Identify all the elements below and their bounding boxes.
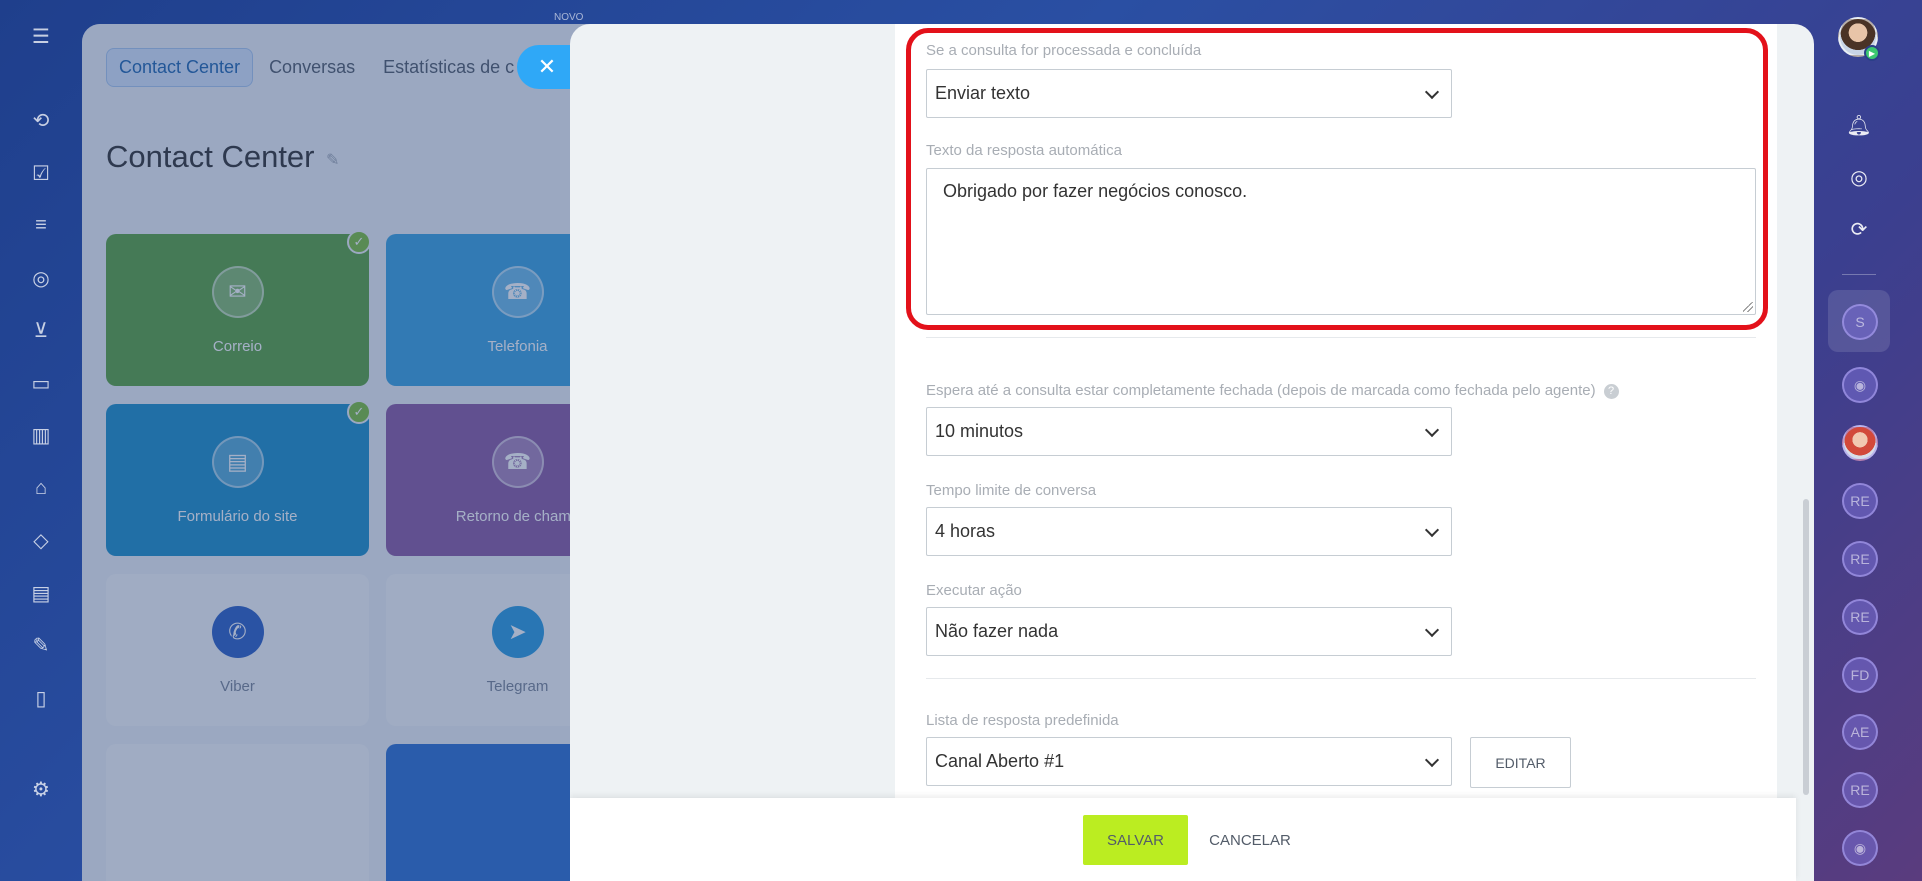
completed-action-value: Enviar texto xyxy=(935,83,1031,103)
action-value: Não fazer nada xyxy=(935,621,1059,641)
chat-avatar[interactable]: S xyxy=(1842,304,1878,340)
analytics-icon[interactable]: ▥ xyxy=(27,421,55,449)
robot-icon[interactable]: ⌂ xyxy=(27,474,55,502)
openline-icon[interactable]: ◉ xyxy=(1842,367,1878,403)
wait-value: 10 minutos xyxy=(935,421,1024,441)
scrollbar[interactable] xyxy=(1803,499,1809,795)
chat-avatar[interactable]: RE xyxy=(1842,599,1878,635)
completed-action-select[interactable]: Enviar texto xyxy=(926,69,1452,118)
bell-icon[interactable]: 🔔︎ xyxy=(1843,109,1875,141)
target-icon[interactable]: ◎ xyxy=(27,264,55,292)
chevron-down-icon xyxy=(1424,422,1440,437)
chat-avatar[interactable]: AE xyxy=(1842,714,1878,750)
predefined-label: Lista de resposta predefinida xyxy=(926,712,1119,729)
document-icon[interactable]: ▯ xyxy=(27,684,55,712)
online-status-icon: ▶ xyxy=(1864,45,1880,61)
chat-avatar[interactable]: FD xyxy=(1842,657,1878,693)
chat-avatar[interactable]: RE xyxy=(1842,541,1878,577)
wait-select[interactable]: 10 minutos xyxy=(926,407,1452,456)
help-icon[interactable]: ? xyxy=(1603,384,1619,399)
predefined-value: Canal Aberto #1 xyxy=(935,751,1065,771)
chevron-down-icon xyxy=(1424,622,1440,637)
timeout-select[interactable]: 4 horas xyxy=(926,507,1452,556)
action-label: Executar ação xyxy=(926,582,1022,599)
menu-icon[interactable]: ☰ xyxy=(27,22,55,50)
resize-handle-icon[interactable] xyxy=(1743,302,1753,312)
target-icon[interactable]: ◎ xyxy=(1843,161,1875,193)
predefined-select[interactable]: Canal Aberto #1 xyxy=(926,737,1452,786)
chat-avatar[interactable]: RE xyxy=(1842,772,1878,808)
save-button[interactable]: SALVAR xyxy=(1083,815,1188,865)
edit-icon[interactable]: ✎ xyxy=(27,631,55,659)
novo-badge: NOVO xyxy=(554,12,584,23)
autoreply-text: Obrigado por fazer negócios conosco. xyxy=(943,181,1248,201)
sync-icon[interactable]: ⟳ xyxy=(1843,213,1875,245)
chevron-down-icon xyxy=(1424,522,1440,537)
settings-form: Se a consulta for processada e concluída… xyxy=(895,24,1777,824)
box-icon[interactable]: ◇ xyxy=(27,526,55,554)
footer-bar: SALVAR CANCELAR xyxy=(570,798,1796,881)
action-select[interactable]: Não fazer nada xyxy=(926,607,1452,656)
autoreply-textarea[interactable]: Obrigado por fazer negócios conosco. xyxy=(926,168,1756,315)
crm-icon[interactable]: ⟲ xyxy=(27,106,55,134)
open-channel-settings-slider: Se a consulta for processada e concluída… xyxy=(570,24,1814,881)
chevron-down-icon xyxy=(1424,752,1440,767)
chevron-down-icon xyxy=(1424,84,1440,99)
close-slider-button[interactable]: ✕ xyxy=(517,45,577,89)
contact-card-icon[interactable]: ▭ xyxy=(27,369,55,397)
autoreply-label: Texto da resposta automática xyxy=(926,142,1122,159)
cart-icon[interactable]: ⊻ xyxy=(27,316,55,344)
left-sidebar: ☰ ⟲ ☑ ≡ ◎ ⊻ ▭ ▥ ⌂ ◇ ▤ ✎ ▯ ⚙ xyxy=(0,0,82,881)
divider xyxy=(926,678,1756,679)
completed-action-label: Se a consulta for processada e concluída xyxy=(926,42,1202,59)
divider xyxy=(926,337,1756,338)
dim-overlay xyxy=(82,24,642,881)
cancel-button[interactable]: CANCELAR xyxy=(1202,815,1298,865)
tasks-icon[interactable]: ☑ xyxy=(27,159,55,187)
chat-avatar[interactable]: RE xyxy=(1842,483,1878,519)
timeout-value: 4 horas xyxy=(935,521,996,541)
openline-icon[interactable]: ◉ xyxy=(1842,830,1878,866)
close-icon: ✕ xyxy=(537,54,557,79)
user-photo-avatar[interactable] xyxy=(1842,425,1878,461)
timeout-label: Tempo limite de conversa xyxy=(926,482,1097,499)
edit-button[interactable]: EDITAR xyxy=(1470,737,1571,788)
divider xyxy=(1842,274,1876,275)
building-icon[interactable]: ▤ xyxy=(27,579,55,607)
funnel-icon[interactable]: ≡ xyxy=(27,211,55,239)
wait-label-text: Espera até a consulta estar completament… xyxy=(926,382,1596,399)
wait-label: Espera até a consulta estar completament… xyxy=(926,382,1619,399)
settings-icon[interactable]: ⚙ xyxy=(27,775,55,803)
